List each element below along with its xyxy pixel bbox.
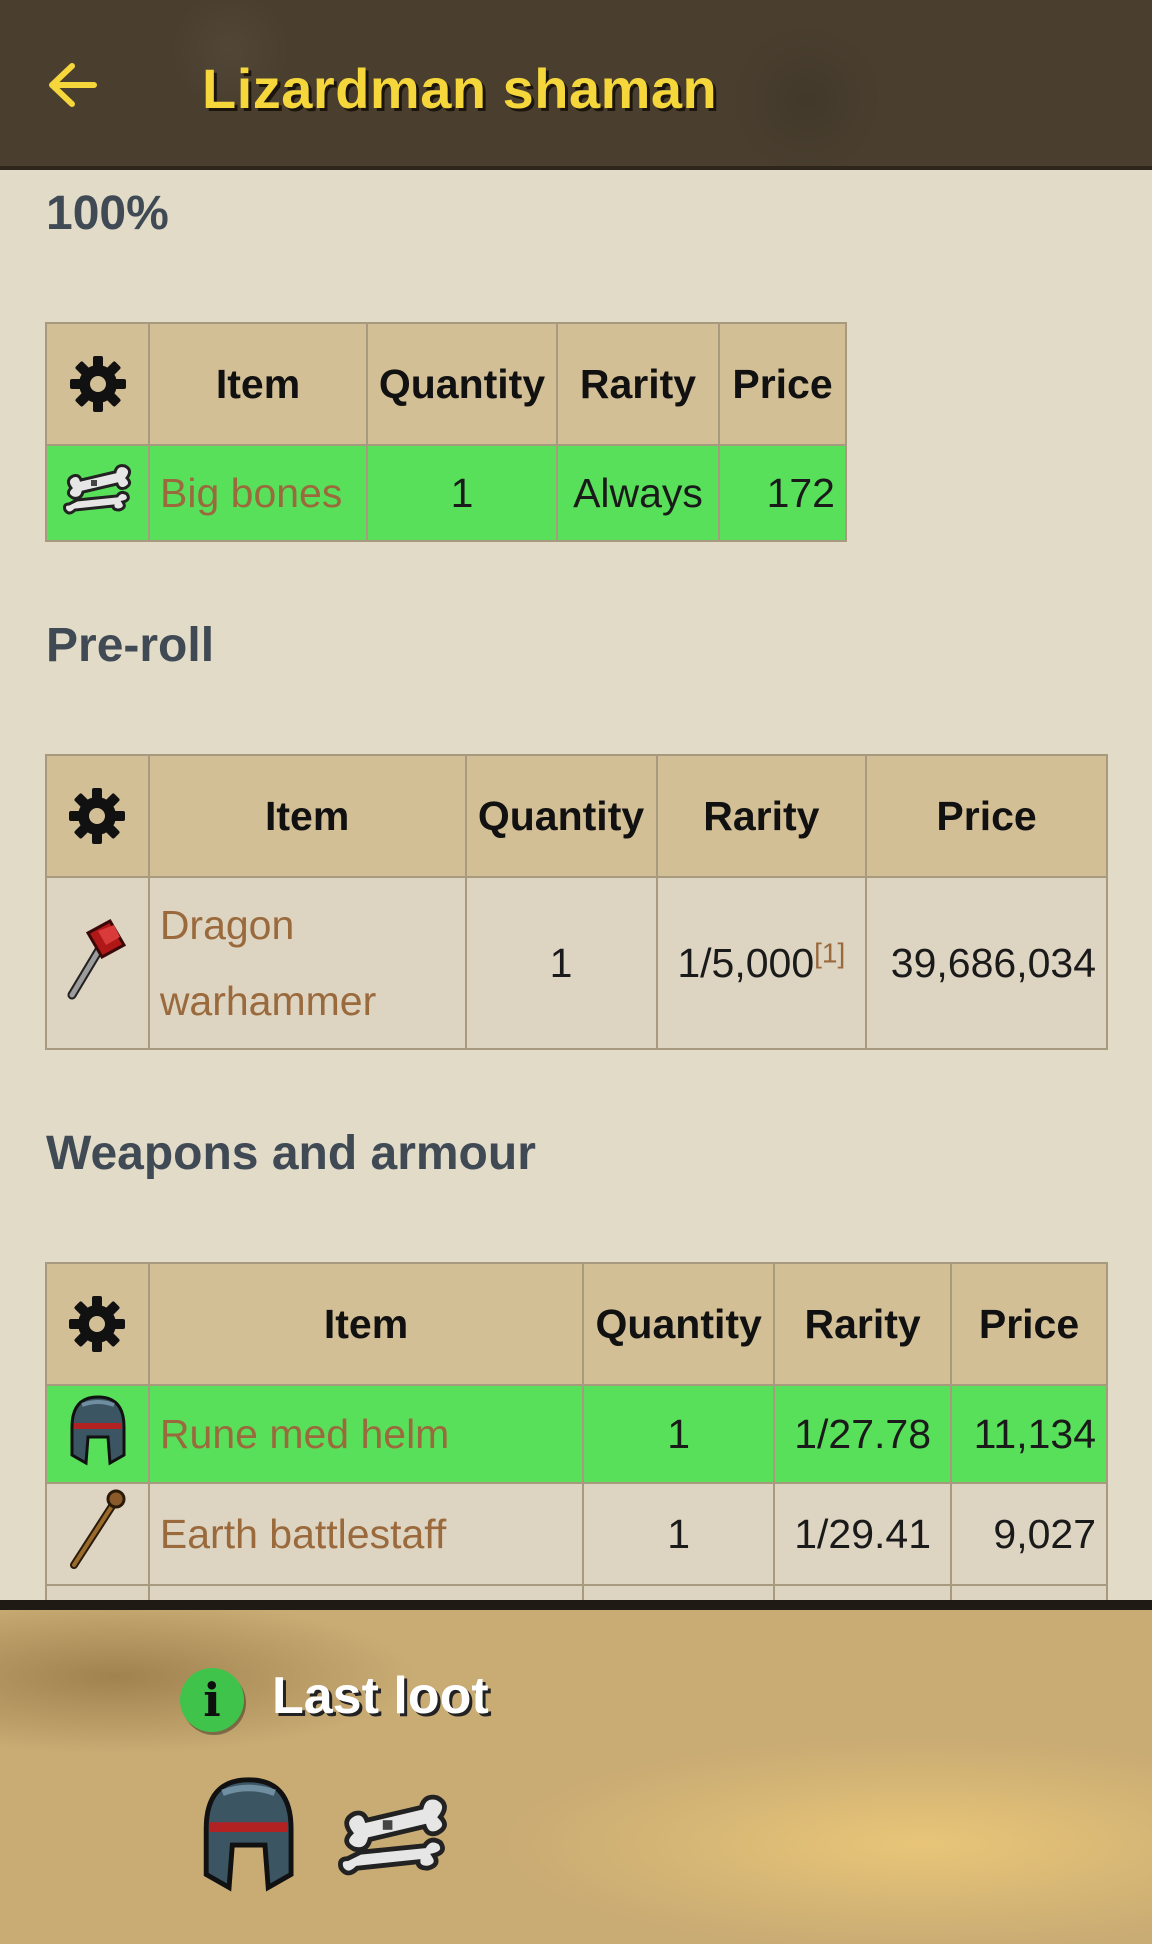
last-loot-title: Last loot [272,1667,489,1725]
settings-cell[interactable] [45,1262,150,1386]
column-header-rarity[interactable]: Rarity [556,322,720,446]
app-bar: Lizardman shaman [0,0,1152,170]
table-header-row: Item Quantity Rarity Price [45,754,1108,878]
section-heading-weapons-armour: Weapons and armour [46,1127,536,1180]
price-cell: 11,134 [950,1384,1108,1484]
column-header-price[interactable]: Price [718,322,847,446]
quantity-cell: 1 [582,1482,776,1586]
price-cell: 39,686,034 [865,876,1108,1050]
page-title: Lizardman shaman [202,57,718,120]
reference-link[interactable]: [1] [814,937,845,968]
rarity-cell: 1/29.41 [773,1482,953,1586]
rarity-value: 1/5,000 [677,939,815,986]
column-header-item[interactable]: Item [147,1262,585,1386]
table-row: Earth battlestaff 1 1/29.41 9,027 [45,1482,1108,1586]
quantity-cell: 1 [464,876,658,1050]
column-header-rarity[interactable]: Rarity [773,1262,953,1386]
item-icon-cell[interactable] [45,876,150,1050]
section-heading-preroll: Pre-roll [46,619,215,672]
item-icon-cell [45,1584,150,1600]
dragon-warhammer-icon[interactable] [62,915,132,1001]
table-row: Big bones 1 Always 172 [45,444,847,542]
quantity-cell-empty [582,1584,776,1600]
table-header-row: Item Quantity Rarity Price [45,322,847,446]
gear-icon[interactable] [65,1292,129,1356]
column-header-quantity[interactable]: Quantity [464,754,658,878]
back-arrow-icon [49,63,97,107]
quantity-cell: 1 [366,444,558,542]
column-header-quantity[interactable]: Quantity [366,322,558,446]
item-link[interactable]: Rune med helm [147,1384,585,1484]
rarity-cell: 1/5,000[1] [655,876,868,1050]
column-header-item[interactable]: Item [148,322,368,446]
price-cell-empty [950,1584,1108,1600]
column-header-item[interactable]: Item [147,754,467,878]
item-cell-empty [147,1584,585,1600]
table-row: Rune med helm 1 1/27.78 11,134 [45,1384,1108,1484]
column-header-price[interactable]: Price [865,754,1108,878]
gear-icon[interactable] [66,352,130,416]
info-icon[interactable]: i [180,1668,244,1732]
drop-table-content[interactable]: 100% Item Quantity Rarity Price Big bone… [0,174,1152,1600]
item-link[interactable]: Dragon warhammer [147,876,467,1050]
last-loot-item[interactable] [188,1770,306,1899]
table-row [45,1584,1108,1600]
last-loot-panel: i Last loot [0,1600,1152,1944]
back-button[interactable] [42,55,102,115]
column-header-quantity[interactable]: Quantity [582,1262,776,1386]
rarity-cell: 1/27.78 [773,1384,953,1484]
column-header-price[interactable]: Price [950,1262,1108,1386]
item-link[interactable]: Earth battlestaff [147,1482,585,1586]
item-icon-cell[interactable] [45,444,150,542]
drop-table-weapons-armour: Item Quantity Rarity Price Rune med helm… [45,1262,1108,1600]
settings-cell[interactable] [45,322,150,446]
item-icon-cell[interactable] [45,1482,150,1586]
rarity-cell-empty [773,1584,953,1600]
price-cell: 172 [718,444,847,542]
rune-med-helm-icon[interactable] [188,1770,306,1894]
price-cell: 9,027 [950,1482,1108,1586]
column-header-rarity[interactable]: Rarity [655,754,868,878]
item-icon-cell[interactable] [45,1384,150,1484]
drop-table-preroll: Item Quantity Rarity Price Dragon warham… [45,754,1108,1050]
gear-icon[interactable] [65,784,129,848]
rarity-cell: Always [556,444,720,542]
rune-med-helm-icon[interactable] [62,1391,132,1467]
settings-cell[interactable] [45,754,150,878]
section-heading-always: 100% [46,187,169,240]
drop-table-always: Item Quantity Rarity Price Big bones 1 A… [45,322,847,542]
big-bones-icon[interactable] [62,460,133,516]
last-loot-item[interactable] [338,1788,450,1883]
big-bones-icon[interactable] [338,1788,450,1878]
quantity-cell: 1 [582,1384,776,1484]
table-row: Dragon warhammer 1 1/5,000[1] 39,686,034 [45,876,1108,1050]
table-header-row: Item Quantity Rarity Price [45,1262,1108,1386]
item-link[interactable]: Big bones [148,444,368,542]
earth-battlestaff-icon[interactable] [62,1487,132,1571]
